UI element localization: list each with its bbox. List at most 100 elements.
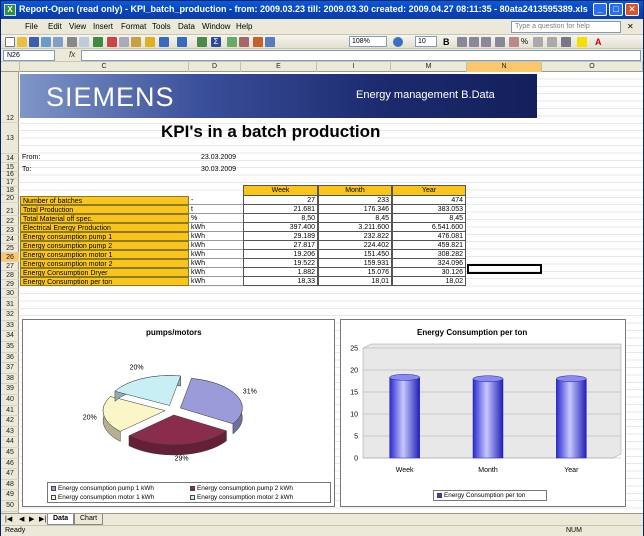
row-header-30[interactable]: 30 bbox=[1, 289, 19, 298]
kpi-cell-name[interactable]: Energy Consumption Dryer bbox=[20, 268, 189, 277]
kpi-cell-month[interactable]: 224.402 bbox=[318, 241, 392, 250]
kpi-cell-month[interactable]: 151.450 bbox=[318, 250, 392, 259]
align-center-icon[interactable] bbox=[469, 37, 479, 47]
fill-color-icon[interactable] bbox=[577, 37, 587, 47]
kpi-cell-unit[interactable]: kWh bbox=[189, 241, 243, 250]
pie-slice[interactable] bbox=[179, 378, 243, 425]
menu-data[interactable]: Data bbox=[178, 22, 195, 31]
row-header-14[interactable]: 14 bbox=[1, 154, 19, 163]
merge-center-icon[interactable] bbox=[495, 37, 505, 47]
row-header-31[interactable]: 31 bbox=[1, 300, 19, 311]
undo-icon[interactable] bbox=[159, 37, 169, 47]
kpi-cell-month[interactable]: 159.931 bbox=[318, 259, 392, 268]
copy-icon[interactable] bbox=[119, 37, 129, 47]
kpi-cell-name[interactable]: Number of batches bbox=[20, 196, 189, 205]
pie-chart[interactable]: pumps/motors 31% 29% 20% 20% Energy consump… bbox=[22, 319, 335, 507]
kpi-cell-year[interactable]: 383.053 bbox=[392, 205, 466, 214]
kpi-cell-year[interactable]: 18,02 bbox=[392, 277, 466, 286]
font-color-icon[interactable]: A bbox=[595, 37, 605, 47]
row-header-43[interactable]: 43 bbox=[1, 427, 19, 438]
kpi-cell-month[interactable]: 232.822 bbox=[318, 232, 392, 241]
kpi-cell-week[interactable]: 397.400 bbox=[243, 223, 318, 232]
paste-icon[interactable] bbox=[131, 37, 141, 47]
column-header-n[interactable]: N bbox=[467, 62, 542, 72]
kpi-cell-unit[interactable]: kWh bbox=[189, 277, 243, 286]
kpi-cell-month[interactable]: 8,45 bbox=[318, 214, 392, 223]
row-header-13[interactable]: 13 bbox=[1, 124, 19, 154]
hyperlink-icon[interactable] bbox=[197, 37, 207, 47]
menu-format[interactable]: Format bbox=[121, 22, 146, 31]
row-header-37[interactable]: 37 bbox=[1, 363, 19, 374]
bar-week[interactable] bbox=[389, 377, 420, 459]
column-header-o[interactable]: O bbox=[542, 62, 643, 72]
save-icon[interactable] bbox=[29, 37, 39, 47]
email-icon[interactable] bbox=[53, 37, 63, 47]
row-header-33[interactable]: 33 bbox=[1, 321, 19, 332]
row-header-25[interactable]: 25 bbox=[1, 244, 19, 253]
kpi-cell-year[interactable]: 476.081 bbox=[392, 232, 466, 241]
selected-cell-n26[interactable] bbox=[467, 264, 542, 274]
row-header-22[interactable]: 22 bbox=[1, 217, 19, 226]
kpi-cell-year[interactable]: 6.541.600 bbox=[392, 223, 466, 232]
help-search-input[interactable]: Type a question for help bbox=[511, 21, 621, 33]
chart-wizard-icon[interactable] bbox=[253, 37, 263, 47]
borders-icon[interactable] bbox=[561, 37, 571, 47]
tab-data[interactable]: Data bbox=[47, 514, 75, 525]
kpi-cell-unit[interactable]: t bbox=[189, 205, 243, 214]
row-header-50[interactable]: 50 bbox=[1, 501, 19, 512]
kpi-cell-name[interactable]: Electrical Energy Production bbox=[20, 223, 189, 232]
kpi-cell-year[interactable]: 324.096 bbox=[392, 259, 466, 268]
kpi-cell-unit[interactable]: kWh bbox=[189, 223, 243, 232]
align-left-icon[interactable] bbox=[457, 37, 467, 47]
column-header-m[interactable]: M bbox=[391, 62, 467, 72]
drawing-icon[interactable] bbox=[265, 37, 275, 47]
kpi-cell-month[interactable]: 3.211.600 bbox=[318, 223, 392, 232]
close-button[interactable]: ✕ bbox=[625, 3, 639, 16]
row-header-23[interactable]: 23 bbox=[1, 226, 19, 235]
column-header-e[interactable]: E bbox=[241, 62, 317, 72]
align-right-icon[interactable] bbox=[481, 37, 491, 47]
percent-icon[interactable]: % bbox=[521, 37, 531, 47]
kpi-cell-week[interactable]: 27 bbox=[243, 196, 318, 205]
column-header-d[interactable]: D bbox=[189, 62, 241, 72]
name-box[interactable]: N26 bbox=[3, 50, 55, 61]
menu-tools[interactable]: Tools bbox=[152, 22, 171, 31]
kpi-cell-week[interactable]: 29.189 bbox=[243, 232, 318, 241]
kpi-cell-week[interactable]: 19.206 bbox=[243, 250, 318, 259]
currency-icon[interactable] bbox=[509, 37, 519, 47]
comma-style-icon[interactable] bbox=[533, 37, 543, 47]
menu-help[interactable]: Help bbox=[236, 22, 252, 31]
row-header-46[interactable]: 46 bbox=[1, 459, 19, 470]
kpi-cell-unit[interactable]: kWh bbox=[189, 250, 243, 259]
row-header-26[interactable]: 26 bbox=[1, 253, 19, 262]
kpi-cell-week[interactable]: 21.681 bbox=[243, 205, 318, 214]
bar-month[interactable] bbox=[472, 378, 504, 459]
kpi-cell-week[interactable]: 19.522 bbox=[243, 259, 318, 268]
next-sheet-icon[interactable]: ▶ bbox=[29, 515, 34, 523]
kpi-cell-unit[interactable]: kWh bbox=[189, 232, 243, 241]
kpi-cell-unit[interactable]: % bbox=[189, 214, 243, 223]
last-sheet-icon[interactable]: ▶| bbox=[39, 515, 46, 523]
redo-icon[interactable] bbox=[177, 37, 187, 47]
menu-window[interactable]: Window bbox=[202, 22, 230, 31]
first-sheet-icon[interactable]: |◀ bbox=[5, 515, 12, 523]
kpi-cell-name[interactable]: Energy consumption pump 1 bbox=[20, 232, 189, 241]
kpi-cell-month[interactable]: 233 bbox=[318, 196, 392, 205]
decrease-decimal-icon[interactable] bbox=[547, 37, 557, 47]
print-icon[interactable] bbox=[67, 37, 77, 47]
kpi-cell-unit[interactable]: kWh bbox=[189, 259, 243, 268]
row-header-12[interactable]: 12 bbox=[1, 114, 19, 123]
spelling-icon[interactable] bbox=[93, 37, 103, 47]
row-header-44[interactable]: 44 bbox=[1, 437, 19, 448]
menu-edit[interactable]: Edit bbox=[48, 22, 62, 31]
kpi-cell-year[interactable]: 8,45 bbox=[392, 214, 466, 223]
close-document-icon[interactable]: ✕ bbox=[627, 22, 634, 31]
kpi-cell-name[interactable]: Total Production bbox=[20, 205, 189, 214]
sort-descending-icon[interactable] bbox=[239, 37, 249, 47]
sort-ascending-icon[interactable] bbox=[227, 37, 237, 47]
bold-icon[interactable]: B bbox=[443, 37, 453, 47]
kpi-cell-month[interactable]: 15.076 bbox=[318, 268, 392, 277]
row-header-45[interactable]: 45 bbox=[1, 448, 19, 459]
kpi-cell-name[interactable]: Energy consumption pump 2 bbox=[20, 241, 189, 250]
kpi-cell-name[interactable]: Total Material off spec. bbox=[20, 214, 189, 223]
